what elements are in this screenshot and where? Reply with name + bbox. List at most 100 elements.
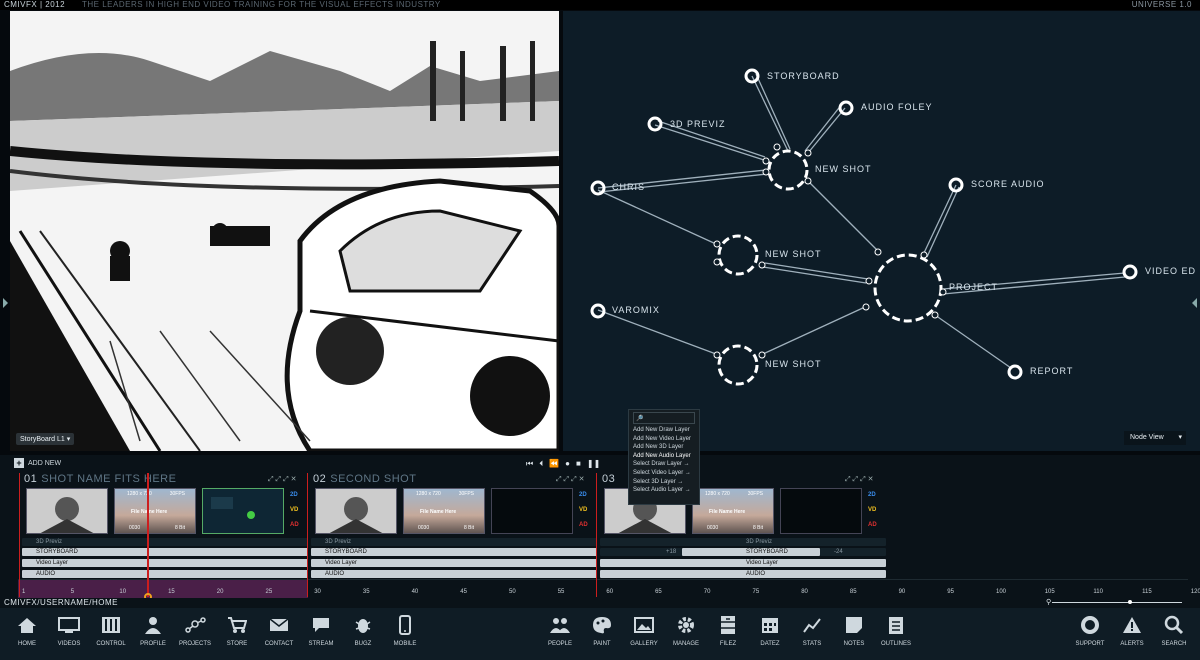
bug-icon bbox=[355, 619, 371, 633]
shot-title[interactable]: 02 SECOND SHOT bbox=[313, 473, 416, 487]
node-label[interactable]: PROJECT bbox=[949, 282, 998, 292]
node-label[interactable]: 3D PREVIZ bbox=[670, 119, 726, 129]
nav-alerts[interactable]: ALERTS bbox=[1111, 614, 1153, 647]
node-label[interactable]: REPORT bbox=[1030, 366, 1073, 376]
layer-lane[interactable]: STORYBOARD bbox=[682, 548, 820, 556]
node-label[interactable]: NEW SHOT bbox=[765, 359, 822, 369]
nav-label: ALERTS bbox=[1120, 641, 1144, 647]
nav-mobile[interactable]: MOBILE bbox=[384, 614, 426, 647]
storyboard-thumbnail[interactable] bbox=[26, 488, 108, 534]
expand-left-icon[interactable] bbox=[3, 298, 8, 308]
shot-title[interactable]: 03 bbox=[602, 473, 619, 487]
nav-projects[interactable]: PROJECTS bbox=[174, 614, 216, 647]
layer-lane[interactable]: AUDIO bbox=[311, 570, 597, 578]
empty-clip[interactable] bbox=[780, 488, 862, 534]
node-graph-panel[interactable]: STORYBOARD AUDIO FOLEY 3D PREVIZ NEW SHO… bbox=[563, 11, 1200, 451]
nav-datez[interactable]: DATEZ bbox=[749, 614, 791, 647]
layer-lane[interactable]: Video Layer bbox=[22, 559, 308, 567]
ruler-tick: 55 bbox=[557, 589, 565, 595]
empty-clip[interactable] bbox=[491, 488, 573, 534]
storyboard-viewer[interactable]: StoryBoard L1 ▾ bbox=[10, 11, 559, 451]
node-label[interactable]: NEW SHOT bbox=[765, 249, 822, 259]
nav-filez[interactable]: FILEZ bbox=[707, 614, 749, 647]
layer-lane[interactable]: AUDIO bbox=[22, 570, 308, 578]
nav-people[interactable]: PEOPLE bbox=[539, 614, 581, 647]
nav-paint[interactable]: PAINT bbox=[581, 614, 623, 647]
video-thumbnail[interactable]: 1280 x 720 30FPS File Name Here 0030 8 B… bbox=[114, 488, 196, 534]
clip-bits: 8 Bit bbox=[752, 525, 763, 531]
layer-lane[interactable]: Video Layer bbox=[311, 559, 597, 567]
nav-videos[interactable]: VIDEOS bbox=[48, 614, 90, 647]
node-label[interactable]: STORYBOARD bbox=[767, 71, 840, 81]
menu-item[interactable]: Add New Video Layer bbox=[633, 435, 695, 444]
node-label[interactable]: AUDIO FOLEY bbox=[861, 102, 933, 112]
stop-icon[interactable]: ■ bbox=[576, 459, 581, 469]
layer-lane[interactable]: 3D Previz bbox=[311, 538, 597, 546]
shot-name: SECOND SHOT bbox=[330, 473, 417, 485]
nav-home[interactable]: HOME bbox=[6, 614, 48, 647]
menu-item[interactable]: Select 3D Layer → bbox=[633, 478, 695, 487]
layer-lane[interactable]: STORYBOARD bbox=[22, 548, 308, 556]
breadcrumb[interactable]: CMIVFX/USERNAME/HOME bbox=[4, 598, 118, 608]
nav-manage[interactable]: MANAGE bbox=[665, 614, 707, 647]
in-marker[interactable] bbox=[19, 473, 20, 597]
menu-item[interactable]: Add New Audio Layer bbox=[633, 452, 695, 461]
menu-item[interactable]: Select Draw Layer → bbox=[633, 460, 695, 469]
expand-right-icon[interactable] bbox=[1192, 298, 1197, 308]
shot-controls[interactable]: ⤢ ⤢ ⤢ ✕ bbox=[845, 475, 874, 484]
menu-item[interactable]: Add New 3D Layer bbox=[633, 443, 695, 452]
node-label[interactable]: VAROMIX bbox=[612, 305, 660, 315]
node-view-dropdown[interactable]: Node View ▾ bbox=[1124, 431, 1186, 445]
layer-lane[interactable]: 3D Previz bbox=[600, 538, 886, 546]
slider-thumb[interactable] bbox=[1128, 600, 1132, 604]
layer-lane[interactable]: AUDIO bbox=[600, 570, 886, 578]
zoom-slider[interactable]: ⚲ bbox=[1046, 599, 1186, 606]
storyboard-thumbnail[interactable] bbox=[315, 488, 397, 534]
nav-search[interactable]: SEARCH bbox=[1153, 614, 1195, 647]
pause-icon[interactable]: ❚❚ bbox=[587, 459, 600, 469]
layer-lane[interactable]: STORYBOARD bbox=[311, 548, 597, 556]
add-new-button[interactable]: + ADD NEW bbox=[14, 458, 61, 468]
layer-name: STORYBOARD bbox=[746, 549, 788, 555]
nav-profile[interactable]: PROFILE bbox=[132, 614, 174, 647]
video-thumbnail[interactable]: 1280 x 720 30FPS File Name Here 0030 8 B… bbox=[692, 488, 774, 534]
node-label[interactable]: NEW SHOT bbox=[815, 164, 872, 174]
shot-controls[interactable]: ⤢ ⤢ ⤢ ✕ bbox=[268, 475, 297, 484]
menu-item[interactable]: Select Video Layer → bbox=[633, 469, 695, 478]
clip-tags: 2D VD AD bbox=[868, 492, 877, 537]
shot-title[interactable]: 01 SHOT NAME FITS HERE bbox=[24, 473, 176, 487]
step-back-icon[interactable]: ⏴ bbox=[539, 459, 543, 469]
nav-support[interactable]: SUPPORT bbox=[1069, 614, 1111, 647]
nav-outlines[interactable]: OUTLINES bbox=[875, 614, 917, 647]
record-icon[interactable]: ● bbox=[565, 459, 570, 469]
nav-stream[interactable]: STREAM bbox=[300, 614, 342, 647]
ruler-tick: 40 bbox=[411, 589, 419, 595]
menu-item[interactable]: Add New Draw Layer bbox=[633, 426, 695, 435]
layer-lane[interactable]: 3D Previz bbox=[22, 538, 308, 546]
envelope-icon bbox=[269, 618, 289, 631]
menu-search-field[interactable]: 🔎 bbox=[633, 412, 695, 424]
shot-controls[interactable]: ⤢ ⤢ ⤢ ✕ bbox=[556, 475, 585, 484]
work-area-range[interactable] bbox=[18, 580, 308, 598]
nav-contact[interactable]: CONTACT bbox=[258, 614, 300, 647]
layer-lane[interactable]: Video Layer bbox=[600, 559, 886, 567]
nav-gallery[interactable]: GALLERY bbox=[623, 614, 665, 647]
nav-notes[interactable]: NOTES bbox=[833, 614, 875, 647]
playhead[interactable] bbox=[147, 473, 149, 597]
node-label[interactable]: SCORE AUDIO bbox=[971, 179, 1045, 189]
nav-store[interactable]: STORE bbox=[216, 614, 258, 647]
node-label[interactable]: CHRIS bbox=[612, 182, 645, 192]
video-thumbnail[interactable]: 1280 x 720 30FPS File Name Here 0030 8 B… bbox=[403, 488, 485, 534]
nav-stats[interactable]: STATS bbox=[791, 614, 833, 647]
rewind-icon[interactable]: ⏪ bbox=[549, 459, 559, 469]
layer-dropdown[interactable]: StoryBoard L1 ▾ bbox=[16, 433, 75, 445]
node-label[interactable]: VIDEO ED bbox=[1145, 266, 1196, 276]
frame-ruler[interactable]: 1 5 10 15 20 25 30 35 40 45 50 55 60 65 70 75 80 85 90 95 10… bbox=[18, 579, 1200, 598]
nav-bugz[interactable]: BUGZ bbox=[342, 614, 384, 647]
nav-label: STREAM bbox=[308, 641, 334, 647]
menu-item[interactable]: Select Audio Layer → bbox=[633, 486, 695, 495]
nav-control[interactable]: CONTROL bbox=[90, 614, 132, 647]
nav-label: DATEZ bbox=[760, 641, 780, 647]
skip-start-icon[interactable]: ⏮ bbox=[526, 459, 533, 469]
3d-thumbnail[interactable] bbox=[202, 488, 284, 534]
